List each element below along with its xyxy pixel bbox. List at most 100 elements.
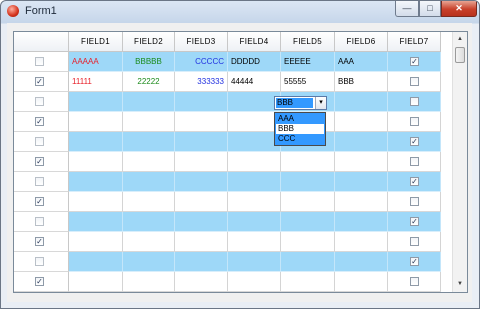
vertical-scrollbar[interactable]: ▲ ▼	[452, 32, 467, 292]
cell-field6[interactable]: BBB	[335, 72, 388, 92]
cell-field1[interactable]	[69, 132, 123, 152]
cell-field1[interactable]	[69, 172, 123, 192]
field6-combobox[interactable]: BBB ▾	[274, 96, 327, 110]
scroll-thumb[interactable]	[455, 47, 465, 63]
maximize-button[interactable]: □	[419, 1, 441, 17]
cell-field7[interactable]	[388, 92, 441, 112]
cell-field7[interactable]: ✓	[388, 52, 441, 72]
row-select-checkbox[interactable]	[35, 57, 44, 66]
row-select-checkbox[interactable]	[35, 97, 44, 106]
row-select-checkbox[interactable]: ✓	[35, 277, 44, 286]
cell-field3[interactable]	[175, 272, 228, 292]
table-row[interactable]	[14, 92, 452, 112]
cell-field6[interactable]: AAA	[335, 52, 388, 72]
row-select-cell[interactable]	[14, 252, 69, 272]
table-row[interactable]: ✓	[14, 212, 452, 232]
cell-field3[interactable]	[175, 212, 228, 232]
field7-checkbox[interactable]: ✓	[410, 177, 419, 186]
cell-field2[interactable]	[123, 212, 175, 232]
column-header-field6[interactable]: FIELD6	[335, 32, 388, 52]
field7-checkbox[interactable]: ✓	[410, 137, 419, 146]
cell-field4[interactable]	[228, 212, 281, 232]
cell-field5[interactable]	[281, 232, 335, 252]
row-select-cell[interactable]	[14, 52, 69, 72]
table-row[interactable]: ✓	[14, 272, 452, 292]
row-select-checkbox[interactable]: ✓	[35, 237, 44, 246]
cell-field1[interactable]	[69, 212, 123, 232]
row-select-cell[interactable]: ✓	[14, 192, 69, 212]
cell-field3[interactable]: CCCCC	[175, 52, 228, 72]
cell-field6[interactable]	[335, 192, 388, 212]
cell-field5[interactable]	[281, 212, 335, 232]
cell-field5[interactable]: EEEEE	[281, 52, 335, 72]
cell-field6[interactable]	[335, 232, 388, 252]
cell-field2[interactable]	[123, 232, 175, 252]
row-select-checkbox[interactable]: ✓	[35, 77, 44, 86]
cell-field7[interactable]	[388, 272, 441, 292]
cell-field1[interactable]: 11111	[69, 72, 123, 92]
cell-field2[interactable]	[123, 152, 175, 172]
cell-field4[interactable]	[228, 272, 281, 292]
cell-field1[interactable]	[69, 92, 123, 112]
cell-field2[interactable]	[123, 132, 175, 152]
cell-field7[interactable]	[388, 152, 441, 172]
cell-field3[interactable]	[175, 192, 228, 212]
field7-checkbox[interactable]	[410, 117, 419, 126]
table-row[interactable]: ✓ 11111 22222 333333 44444 55555 BBB	[14, 72, 452, 92]
cell-field1[interactable]	[69, 252, 123, 272]
cell-field3[interactable]: 333333	[175, 72, 228, 92]
scroll-down-button[interactable]: ▼	[453, 277, 467, 291]
cell-field6[interactable]	[335, 212, 388, 232]
cell-field5[interactable]	[281, 252, 335, 272]
cell-field4[interactable]: DDDDD	[228, 52, 281, 72]
field7-checkbox[interactable]: ✓	[410, 257, 419, 266]
combobox-value[interactable]: BBB	[276, 98, 313, 108]
cell-field2[interactable]	[123, 92, 175, 112]
dropdown-option-aaa[interactable]: AAA	[276, 114, 324, 124]
cell-field5[interactable]: 55555	[281, 72, 335, 92]
cell-field2[interactable]: BBBBB	[123, 52, 175, 72]
row-select-cell[interactable]: ✓	[14, 112, 69, 132]
table-row[interactable]: ✓	[14, 172, 452, 192]
cell-field6[interactable]	[335, 132, 388, 152]
cell-field2[interactable]	[123, 192, 175, 212]
cell-field6[interactable]	[335, 92, 388, 112]
cell-field4[interactable]	[228, 152, 281, 172]
cell-field7[interactable]	[388, 72, 441, 92]
cell-field6[interactable]	[335, 152, 388, 172]
cell-field4[interactable]	[228, 232, 281, 252]
cell-field7[interactable]: ✓	[388, 212, 441, 232]
cell-field1[interactable]	[69, 112, 123, 132]
cell-field6[interactable]	[335, 172, 388, 192]
cell-field6[interactable]	[335, 272, 388, 292]
title-bar[interactable]: Form1 — □ ✕	[1, 1, 479, 23]
close-button[interactable]: ✕	[441, 1, 477, 17]
table-row[interactable]: ✓	[14, 152, 452, 172]
combobox-dropdown-button[interactable]: ▾	[315, 97, 326, 109]
field7-checkbox[interactable]	[410, 97, 419, 106]
cell-field1[interactable]: AAAAA	[69, 52, 123, 72]
cell-field4[interactable]	[228, 252, 281, 272]
row-select-cell[interactable]: ✓	[14, 232, 69, 252]
row-select-checkbox[interactable]	[35, 257, 44, 266]
cell-field2[interactable]	[123, 172, 175, 192]
table-row[interactable]: ✓	[14, 112, 452, 132]
cell-field7[interactable]	[388, 232, 441, 252]
row-select-cell[interactable]	[14, 172, 69, 192]
column-header-field2[interactable]: FIELD2	[123, 32, 175, 52]
row-select-cell[interactable]: ✓	[14, 152, 69, 172]
field7-checkbox[interactable]	[410, 77, 419, 86]
cell-field3[interactable]	[175, 172, 228, 192]
cell-field2[interactable]: 22222	[123, 72, 175, 92]
cell-field4[interactable]	[228, 172, 281, 192]
cell-field1[interactable]	[69, 152, 123, 172]
field7-checkbox[interactable]: ✓	[410, 57, 419, 66]
column-header-field5[interactable]: FIELD5	[281, 32, 335, 52]
row-select-cell[interactable]: ✓	[14, 272, 69, 292]
column-header-field4[interactable]: FIELD4	[228, 32, 281, 52]
data-grid[interactable]: FIELD1 FIELD2 FIELD3 FIELD4 FIELD5 FIELD6 FIEL…	[13, 31, 468, 293]
field7-checkbox[interactable]: ✓	[410, 217, 419, 226]
cell-field3[interactable]	[175, 92, 228, 112]
cell-field2[interactable]	[123, 112, 175, 132]
table-row[interactable]: AAAAA BBBBB CCCCC DDDDD EEEEE AAA ✓	[14, 52, 452, 72]
